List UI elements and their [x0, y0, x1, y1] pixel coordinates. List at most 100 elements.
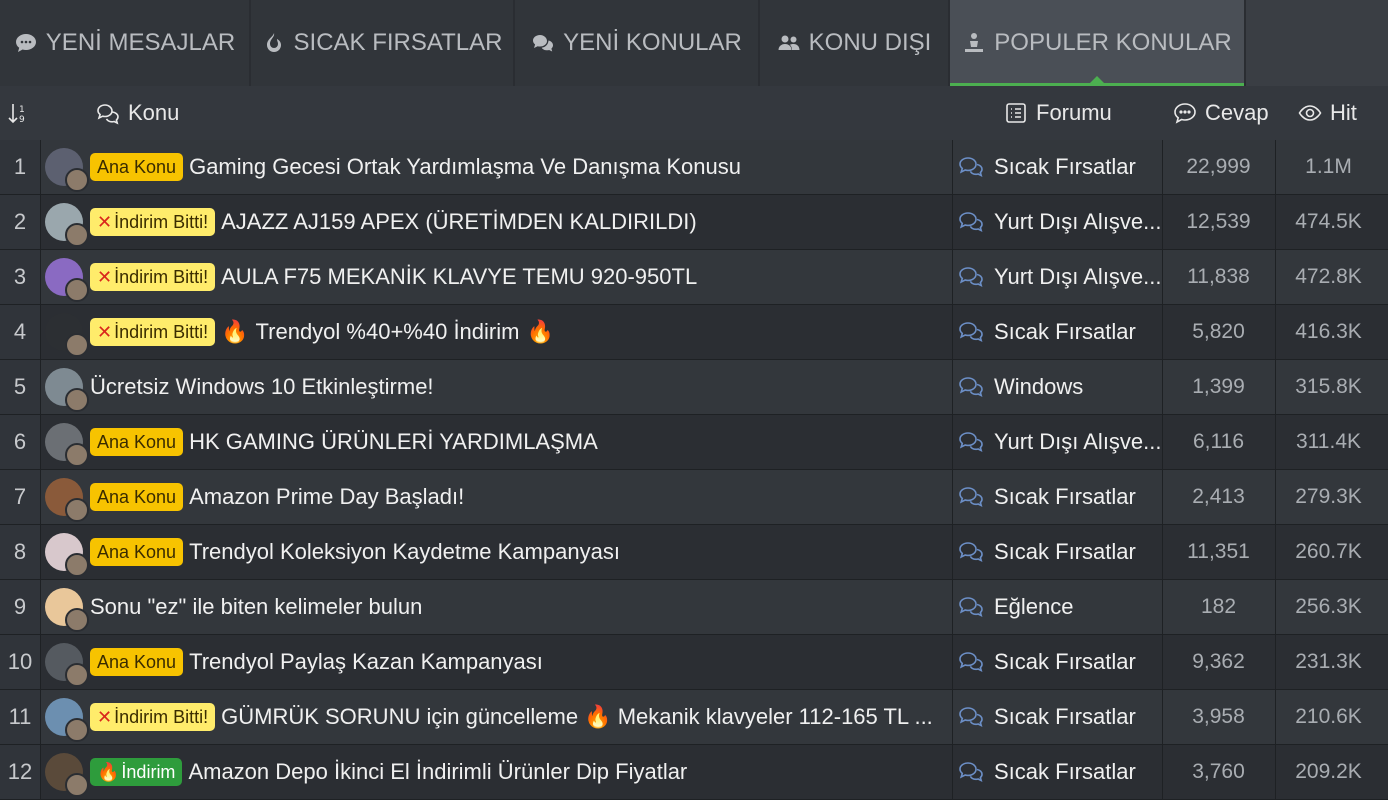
forum-name[interactable]: Sıcak Fırsatlar [994, 484, 1136, 510]
last-poster-avatar[interactable] [65, 663, 89, 687]
column-forum[interactable]: Forumu [1004, 86, 1112, 140]
forum-cell[interactable]: Sıcak Fırsatlar [952, 745, 1163, 799]
topic-title[interactable]: Amazon Depo İkinci El İndirimli Ürünler … [188, 759, 687, 785]
forum-cell[interactable]: Sıcak Fırsatlar [952, 305, 1163, 359]
badge-deal-ended[interactable]: ✕ İndirim Bitti! [90, 703, 216, 731]
badge-main-topic[interactable]: Ana Konu [90, 153, 184, 181]
topic-title[interactable]: Trendyol Paylaş Kazan Kampanyası [189, 649, 543, 675]
forum-name[interactable]: Windows [994, 374, 1083, 400]
avatar[interactable] [45, 643, 89, 687]
forum-name[interactable]: Sıcak Fırsatlar [994, 704, 1136, 730]
avatar[interactable] [45, 588, 89, 632]
table-row[interactable]: 1 Ana Konu Gaming Gecesi Ortak Yardımlaş… [0, 140, 1388, 195]
tab-bar: YENİ MESAJLAR SICAK FIRSATLAR YENİ KONUL… [0, 0, 1388, 86]
tab-off-topic[interactable]: KONU DIŞI [760, 0, 950, 86]
forum-name[interactable]: Sıcak Fırsatlar [994, 759, 1136, 785]
topic-title[interactable]: AJAZZ AJ159 APEX (ÜRETİMDEN KALDIRILDI) [221, 209, 697, 235]
topic-title[interactable]: Gaming Gecesi Ortak Yardımlaşma Ve Danış… [189, 154, 741, 180]
tab-hot-deals[interactable]: SICAK FIRSATLAR [251, 0, 515, 86]
badge-main-topic[interactable]: Ana Konu [90, 428, 184, 456]
topic-title[interactable]: Amazon Prime Day Başladı! [189, 484, 464, 510]
row-number: 8 [0, 525, 41, 579]
topic-title[interactable]: GÜMRÜK SORUNU için güncelleme 🔥 Mekanik … [221, 704, 933, 730]
topic-title[interactable]: Trendyol %40+%40 İndirim [256, 319, 520, 345]
forum-name[interactable]: Yurt Dışı Alışve... [994, 429, 1162, 455]
row-number: 6 [0, 415, 41, 469]
last-poster-avatar[interactable] [65, 388, 89, 412]
forum-cell[interactable]: Sıcak Fırsatlar [952, 690, 1163, 744]
column-hits[interactable]: Hit [1298, 86, 1357, 140]
forum-name[interactable]: Yurt Dışı Alışve... [994, 264, 1162, 290]
table-row[interactable]: 12 🔥 İndirim Amazon Depo İkinci El İndiri… [0, 745, 1388, 800]
tab-popular-topics[interactable]: POPULER KONULAR [950, 0, 1246, 86]
topic-title[interactable]: AULA F75 MEKANİK KLAVYE TEMU 920-950TL [221, 264, 697, 290]
avatar[interactable] [45, 258, 89, 302]
table-row[interactable]: 7 Ana Konu Amazon Prime Day Başladı! Sıc… [0, 470, 1388, 525]
forum-name[interactable]: Sıcak Fırsatlar [994, 539, 1136, 565]
badge-deal-ended[interactable]: ✕ İndirim Bitti! [90, 318, 216, 346]
badge-deal-ended[interactable]: ✕ İndirim Bitti! [90, 208, 216, 236]
sort-button[interactable]: 19 [6, 86, 30, 140]
table-row[interactable]: 8 Ana Konu Trendyol Koleksiyon Kaydetme … [0, 525, 1388, 580]
table-row[interactable]: 9 Sonu "ez" ile biten kelimeler bulun Eğ… [0, 580, 1388, 635]
table-row[interactable]: 3 ✕ İndirim Bitti! AULA F75 MEKANİK KLAVY… [0, 250, 1388, 305]
badge-deal-ended[interactable]: ✕ İndirim Bitti! [90, 263, 216, 291]
topic-title[interactable]: Ücretsiz Windows 10 Etkinleştirme! [90, 374, 434, 400]
topic-cell: Sonu "ez" ile biten kelimeler bulun [40, 580, 953, 634]
badge-discount[interactable]: 🔥 İndirim [90, 758, 183, 786]
last-poster-avatar[interactable] [65, 278, 89, 302]
tab-new-topics[interactable]: YENİ KONULAR [515, 0, 760, 86]
avatar[interactable] [45, 533, 89, 577]
forum-cell[interactable]: Yurt Dışı Alışve... [952, 195, 1163, 249]
table-row[interactable]: 2 ✕ İndirim Bitti! AJAZZ AJ159 APEX (ÜRET… [0, 195, 1388, 250]
column-topic[interactable]: Konu [96, 86, 179, 140]
forum-cell[interactable]: Eğlence [952, 580, 1163, 634]
table-row[interactable]: 6 Ana Konu HK GAMING ÜRÜNLERİ YARDIMLAŞM… [0, 415, 1388, 470]
forum-cell[interactable]: Yurt Dışı Alışve... [952, 415, 1163, 469]
last-poster-avatar[interactable] [65, 718, 89, 742]
avatar[interactable] [45, 698, 89, 742]
forum-cell[interactable]: Sıcak Fırsatlar [952, 470, 1163, 524]
forum-cell[interactable]: Sıcak Fırsatlar [952, 525, 1163, 579]
topic-title[interactable]: Trendyol Koleksiyon Kaydetme Kampanyası [189, 539, 620, 565]
row-number: 2 [0, 195, 41, 249]
forum-name[interactable]: Yurt Dışı Alışve... [994, 209, 1162, 235]
forum-cell[interactable]: Sıcak Fırsatlar [952, 140, 1163, 194]
last-poster-avatar[interactable] [65, 223, 89, 247]
topic-title[interactable]: HK GAMING ÜRÜNLERİ YARDIMLAŞMA [189, 429, 598, 455]
table-row[interactable]: 11 ✕ İndirim Bitti! GÜMRÜK SORUNU için gü… [0, 690, 1388, 745]
last-poster-avatar[interactable] [65, 553, 89, 577]
row-edge [1382, 305, 1388, 359]
last-poster-avatar[interactable] [65, 498, 89, 522]
fire-icon: 🔥 [97, 762, 120, 782]
forum-name[interactable]: Sıcak Fırsatlar [994, 154, 1136, 180]
avatar[interactable] [45, 313, 89, 357]
table-row[interactable]: 5 Ücretsiz Windows 10 Etkinleştirme! Win… [0, 360, 1388, 415]
avatar[interactable] [45, 368, 89, 412]
forum-cell[interactable]: Windows [952, 360, 1163, 414]
avatar[interactable] [45, 753, 89, 797]
last-poster-avatar[interactable] [65, 168, 89, 192]
last-poster-avatar[interactable] [65, 443, 89, 467]
last-poster-avatar[interactable] [65, 773, 89, 797]
table-row[interactable]: 10 Ana Konu Trendyol Paylaş Kazan Kampan… [0, 635, 1388, 690]
topic-title[interactable]: Sonu "ez" ile biten kelimeler bulun [90, 594, 422, 620]
badge-main-topic[interactable]: Ana Konu [90, 648, 184, 676]
tab-label: YENİ MESAJLAR [45, 29, 236, 56]
avatar[interactable] [45, 478, 89, 522]
forum-name[interactable]: Sıcak Fırsatlar [994, 319, 1136, 345]
badge-main-topic[interactable]: Ana Konu [90, 538, 184, 566]
column-replies[interactable]: Cevap [1173, 86, 1269, 140]
last-poster-avatar[interactable] [65, 333, 89, 357]
forum-name[interactable]: Eğlence [994, 594, 1074, 620]
table-row[interactable]: 4 ✕ İndirim Bitti! 🔥 Trendyol %40+%40 İndi… [0, 305, 1388, 360]
forum-name[interactable]: Sıcak Fırsatlar [994, 649, 1136, 675]
avatar[interactable] [45, 203, 89, 247]
last-poster-avatar[interactable] [65, 608, 89, 632]
avatar[interactable] [45, 148, 89, 192]
forum-cell[interactable]: Yurt Dışı Alışve... [952, 250, 1163, 304]
tab-new-messages[interactable]: YENİ MESAJLAR [0, 0, 251, 86]
badge-main-topic[interactable]: Ana Konu [90, 483, 184, 511]
avatar[interactable] [45, 423, 89, 467]
forum-cell[interactable]: Sıcak Fırsatlar [952, 635, 1163, 689]
